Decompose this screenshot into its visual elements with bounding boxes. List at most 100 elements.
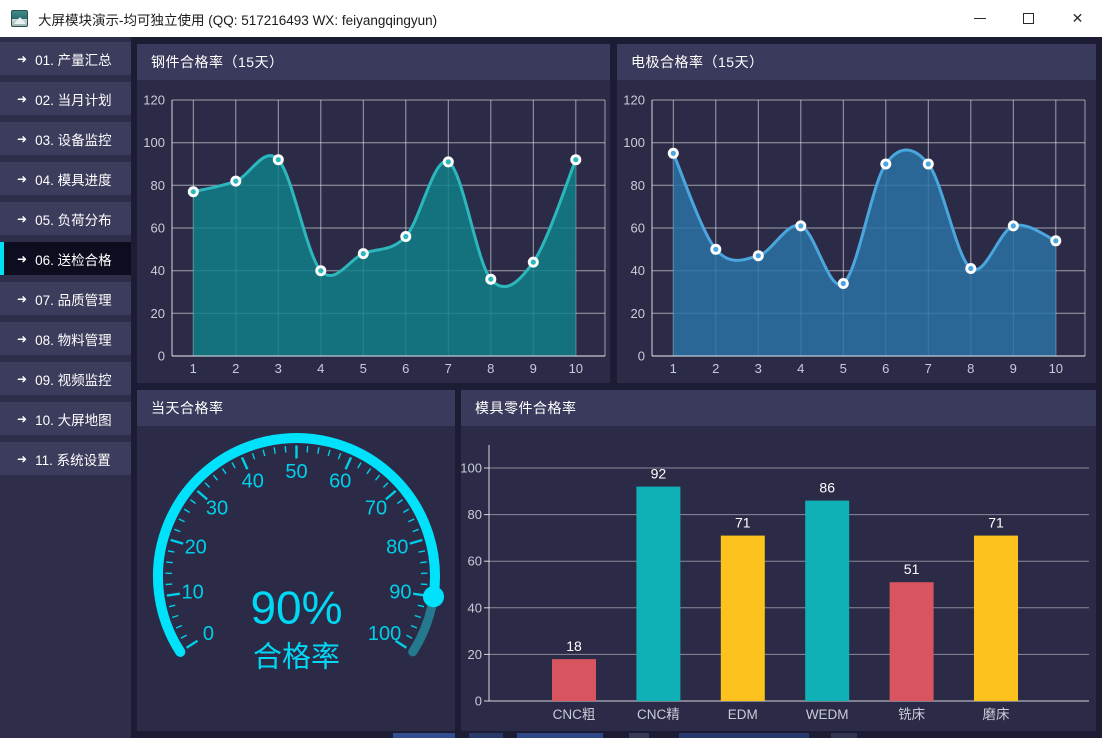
panel-electrode-pass-rate: 电极合格率（15天） 02040608010012012345678910 [617, 44, 1096, 383]
svg-text:0: 0 [638, 349, 645, 364]
svg-text:120: 120 [143, 93, 165, 108]
svg-text:WEDM: WEDM [806, 707, 849, 722]
arrow-icon: ➜ [17, 92, 27, 106]
minimize-button[interactable] [955, 0, 1004, 37]
sidebar-item-video-monitor[interactable]: ➜ 09. 视频监控 [0, 362, 131, 395]
sidebar-item-inspection-pass[interactable]: ➜ 06. 送检合格 [0, 242, 131, 275]
svg-text:86: 86 [819, 480, 835, 496]
svg-text:2: 2 [712, 361, 719, 376]
svg-text:20: 20 [468, 647, 482, 662]
arrow-icon: ➜ [17, 252, 27, 266]
svg-text:CNC粗: CNC粗 [553, 707, 596, 722]
svg-text:100: 100 [461, 461, 482, 476]
panel-title: 当天合格率 [137, 390, 455, 426]
arrow-icon: ➜ [17, 172, 27, 186]
svg-text:20: 20 [151, 306, 165, 321]
svg-text:4: 4 [797, 361, 804, 376]
svg-text:2: 2 [232, 361, 239, 376]
svg-text:4: 4 [317, 361, 324, 376]
window-controls: ✕ [955, 0, 1102, 37]
svg-text:18: 18 [566, 638, 582, 654]
sidebar-item-monthly-plan[interactable]: ➜ 02. 当月计划 [0, 82, 131, 115]
maximize-icon [1023, 13, 1034, 24]
svg-text:60: 60 [151, 221, 165, 236]
arrow-icon: ➜ [17, 52, 27, 66]
svg-text:7: 7 [925, 361, 932, 376]
sidebar: ➜ 01. 产量汇总 ➜ 02. 当月计划 ➜ 03. 设备监控 ➜ 04. 模… [0, 37, 131, 738]
svg-text:9: 9 [1010, 361, 1017, 376]
close-icon: ✕ [1072, 10, 1084, 27]
svg-text:100: 100 [368, 623, 401, 645]
svg-text:80: 80 [386, 537, 408, 559]
svg-text:80: 80 [151, 178, 165, 193]
sidebar-item-label: 06. 送检合格 [35, 249, 112, 269]
svg-text:6: 6 [402, 361, 409, 376]
panel-today-pass-rate: 当天合格率 010203040506070809010090%合格率 [137, 390, 455, 731]
arrow-icon: ➜ [17, 292, 27, 306]
sidebar-item-production-summary[interactable]: ➜ 01. 产量汇总 [0, 42, 131, 75]
panel-title: 电极合格率（15天） [617, 44, 1096, 80]
panel-mold-parts-pass-rate: 模具零件合格率 02040608010018CNC粗92CNC精71EDM86W… [461, 390, 1096, 731]
sidebar-item-load-distribution[interactable]: ➜ 05. 负荷分布 [0, 202, 131, 235]
svg-text:铣床: 铣床 [898, 707, 926, 722]
arrow-icon: ➜ [17, 332, 27, 346]
svg-text:100: 100 [143, 135, 165, 150]
sidebar-item-bigscreen-map[interactable]: ➜ 10. 大屏地图 [0, 402, 131, 435]
sidebar-item-label: 10. 大屏地图 [35, 409, 112, 429]
app-window: 大屏模块演示-均可独立使用 (QQ: 517216493 WX: feiyang… [0, 0, 1102, 738]
maximize-button[interactable] [1004, 0, 1053, 37]
svg-text:30: 30 [206, 497, 228, 519]
svg-text:合格率: 合格率 [253, 641, 340, 674]
panel-steel-pass-rate: 钢件合格率（15天） 02040608010012012345678910 [137, 44, 610, 383]
svg-text:8: 8 [967, 361, 974, 376]
sidebar-item-mold-progress[interactable]: ➜ 04. 模具进度 [0, 162, 131, 195]
titlebar: 大屏模块演示-均可独立使用 (QQ: 517216493 WX: feiyang… [0, 0, 1102, 37]
panel-title: 模具零件合格率 [461, 390, 1096, 426]
svg-text:70: 70 [365, 497, 387, 519]
arrow-icon: ➜ [17, 412, 27, 426]
svg-text:7: 7 [445, 361, 452, 376]
svg-text:40: 40 [468, 600, 482, 615]
svg-text:60: 60 [329, 471, 351, 493]
svg-text:5: 5 [840, 361, 847, 376]
svg-text:3: 3 [755, 361, 762, 376]
arrow-icon: ➜ [17, 212, 27, 226]
svg-text:3: 3 [275, 361, 282, 376]
svg-text:0: 0 [158, 349, 165, 364]
sidebar-item-material-mgmt[interactable]: ➜ 08. 物料管理 [0, 322, 131, 355]
pass-rate-gauge: 010203040506070809010090%合格率 [137, 426, 455, 731]
arrow-icon: ➜ [17, 452, 27, 466]
minimize-icon [974, 18, 986, 20]
close-button[interactable]: ✕ [1053, 0, 1102, 37]
svg-text:100: 100 [623, 135, 645, 150]
sidebar-item-label: 09. 视频监控 [35, 369, 112, 389]
sidebar-item-system-settings[interactable]: ➜ 11. 系统设置 [0, 442, 131, 475]
svg-text:60: 60 [631, 221, 645, 236]
sidebar-item-label: 03. 设备监控 [35, 129, 112, 149]
svg-text:10: 10 [569, 361, 583, 376]
svg-text:71: 71 [988, 515, 1004, 531]
svg-text:10: 10 [181, 581, 203, 603]
sidebar-item-device-monitor[interactable]: ➜ 03. 设备监控 [0, 122, 131, 155]
panel-title: 钢件合格率（15天） [137, 44, 610, 80]
electrode-area-chart: 02040608010012012345678910 [617, 80, 1096, 383]
svg-text:20: 20 [631, 306, 645, 321]
svg-text:50: 50 [285, 461, 307, 483]
sidebar-item-label: 04. 模具进度 [35, 169, 112, 189]
sidebar-item-label: 08. 物料管理 [35, 329, 112, 349]
svg-text:磨床: 磨床 [983, 707, 1011, 722]
sidebar-item-quality-mgmt[interactable]: ➜ 07. 品质管理 [0, 282, 131, 315]
svg-text:1: 1 [190, 361, 197, 376]
svg-text:120: 120 [623, 93, 645, 108]
svg-text:0: 0 [475, 694, 482, 709]
svg-text:20: 20 [185, 537, 207, 559]
svg-text:60: 60 [468, 554, 482, 569]
svg-text:1: 1 [670, 361, 677, 376]
mold-parts-bar-chart: 02040608010018CNC粗92CNC精71EDM86WEDM51铣床7… [461, 426, 1096, 731]
svg-text:92: 92 [651, 466, 667, 482]
svg-text:40: 40 [242, 471, 264, 493]
svg-text:EDM: EDM [728, 707, 758, 722]
svg-text:10: 10 [1049, 361, 1063, 376]
svg-text:71: 71 [735, 515, 751, 531]
svg-text:6: 6 [882, 361, 889, 376]
